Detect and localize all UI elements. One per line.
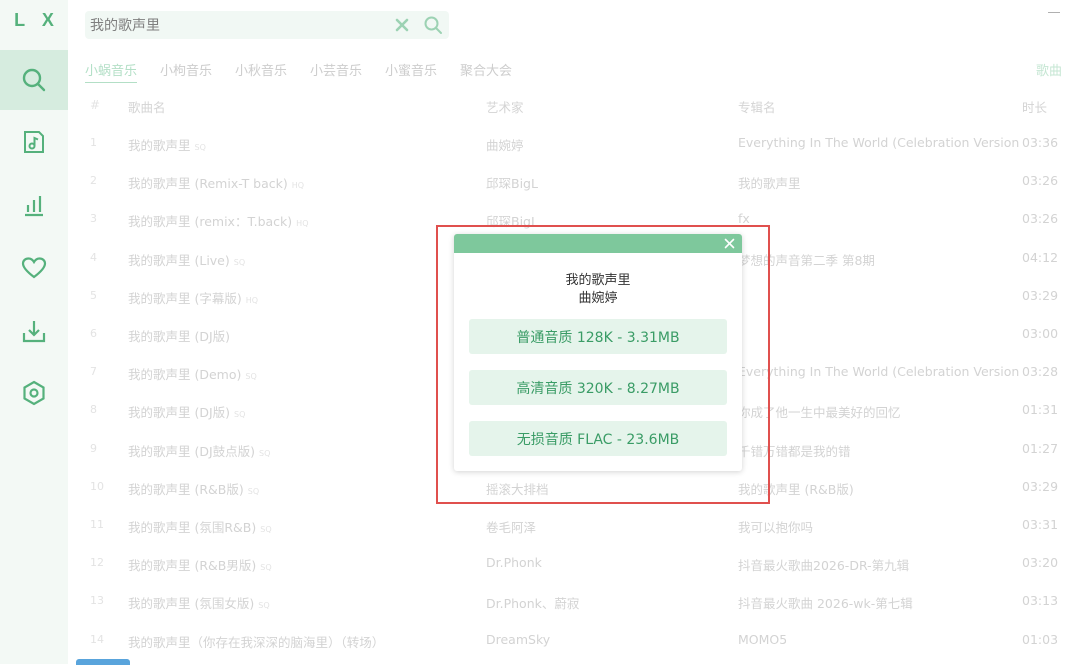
sidebar: L X [0, 0, 68, 664]
music-file-icon [24, 131, 44, 153]
search-icon [22, 68, 46, 92]
close-icon[interactable] [723, 237, 736, 250]
download-icon [22, 321, 46, 343]
sidebar-item-favorites[interactable] [0, 238, 68, 298]
quality-flac-button[interactable]: 无损音质 FLAC - 23.6MB [469, 421, 727, 456]
sidebar-item-settings[interactable] [0, 363, 68, 423]
app-logo: L X [14, 10, 60, 30]
bar-chart-icon [25, 196, 43, 217]
quality-320k-button[interactable]: 高清音质 320K - 8.27MB [469, 370, 727, 405]
sidebar-item-leaderboard[interactable] [0, 175, 68, 235]
dialog-artist: 曲婉婷 [578, 291, 618, 306]
taskbar-chip [76, 659, 130, 665]
quality-128k-button[interactable]: 普通音质 128K - 3.31MB [469, 319, 727, 354]
settings-hexagon-icon [23, 380, 45, 406]
heart-icon [21, 257, 47, 279]
dialog-titlebar [454, 234, 742, 253]
quality-dialog: 我的歌声里 曲婉婷 普通音质 128K - 3.31MB 高清音质 320K -… [454, 234, 742, 471]
sidebar-item-search[interactable] [0, 50, 68, 110]
dialog-song-title: 我的歌声里 [565, 273, 631, 288]
sidebar-item-songlist[interactable] [0, 112, 68, 172]
sidebar-item-download[interactable] [0, 301, 68, 361]
